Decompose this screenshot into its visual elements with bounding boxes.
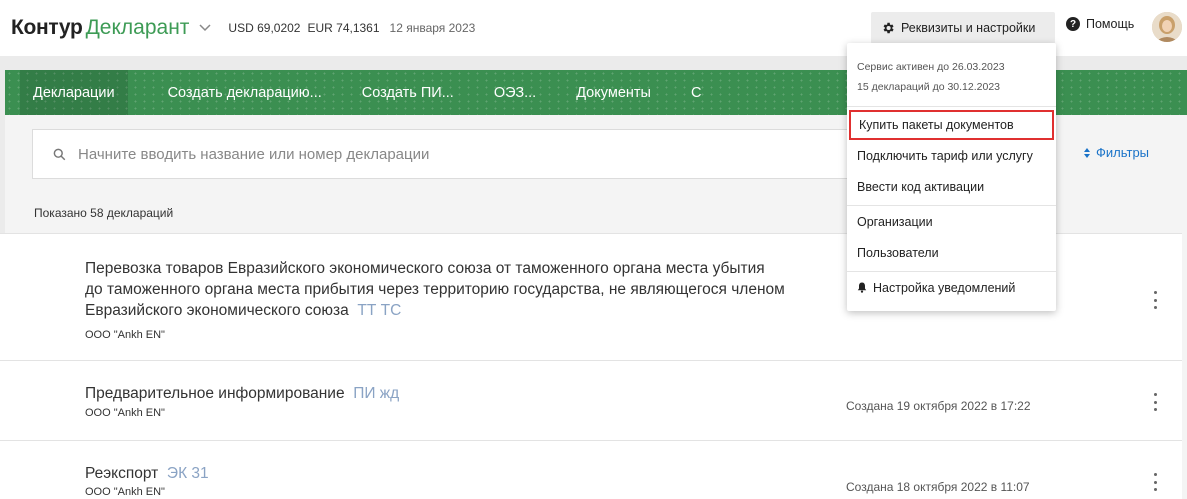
eur-rate: EUR 74,1361 [307,21,380,35]
filters-label: Фильтры [1096,145,1150,160]
settings-dropdown: Сервис активен до 26.03.2023 15 декларац… [847,43,1056,311]
tab-create-declaration[interactable]: Создать декларацию... [168,70,322,115]
notification-settings-item[interactable]: Настройка уведомлений [847,272,1056,303]
chevron-down-icon[interactable] [198,21,212,35]
tab-more[interactable]: С [691,70,701,115]
organizations-item[interactable]: Организации [847,206,1056,237]
declaration-title: Предварительное информирование [85,385,345,402]
results-count: Показано 58 деклараций [34,206,174,220]
declaration-tag: ЭК 31 [166,465,209,482]
declaration-title: Реэкспорт [85,465,159,482]
organization-name: ООО "Ankh EN" [85,329,165,341]
more-options-icon[interactable] [1150,473,1160,491]
bell-icon [857,282,867,293]
current-date: 12 января 2023 [389,21,476,35]
connect-tariff-item[interactable]: Подключить тариф или услугу [847,140,1056,171]
notification-settings-label: Настройка уведомлений [873,280,1016,295]
help-label: Помощь [1086,17,1135,31]
search-icon [53,148,66,160]
created-date: Создана 18 октября 2022 в 11:07 [846,480,1030,494]
declaration-title: Перевозка товаров Евразийского экономиче… [85,260,785,319]
more-options-icon[interactable] [1150,291,1160,309]
sort-icon [1084,147,1090,158]
created-date: Создана 19 октября 2022 в 17:22 [846,399,1031,413]
tab-documents[interactable]: Документы [576,70,651,115]
declaration-tag: ТТ ТС [357,302,402,319]
settings-button[interactable]: Реквизиты и настройки [871,12,1055,44]
help-link[interactable]: ? Помощь [1066,17,1134,31]
organization-name: ООО "Ankh EN" [85,486,165,498]
service-active-until: Сервис активен до 26.03.2023 [857,61,1005,73]
more-options-icon[interactable] [1150,393,1160,411]
tab-declarations[interactable]: Декларации [20,70,128,115]
declarations-remaining: 15 деклараций до 30.12.2023 [857,81,1001,93]
enter-activation-code-item[interactable]: Ввести код активации [847,171,1056,202]
declaration-tag: ПИ жд [353,385,400,402]
organization-name: ООО "Ankh EN" [85,407,165,419]
filters-button[interactable]: Фильтры [1083,145,1149,160]
currency-rates: USD 69,0202 EUR 74,1361 12 января 2023 [228,21,475,35]
tab-create-pi[interactable]: Создать ПИ... [362,70,454,115]
service-info: Сервис активен до 26.03.2023 15 декларац… [847,43,1056,97]
usd-rate: USD 69,0202 [228,21,301,35]
tab-oez[interactable]: ОЭЗ... [494,70,536,115]
product-name[interactable]: Декларант [86,16,190,40]
gear-icon [883,22,894,34]
buy-document-packages-item[interactable]: Купить пакеты документов [849,110,1054,140]
help-icon: ? [1066,17,1080,31]
avatar[interactable] [1152,12,1182,42]
divider [847,106,1056,107]
search-placeholder: Начните вводить название или номер декла… [78,145,430,163]
users-item[interactable]: Пользователи [847,237,1056,268]
app-page: Контур Декларант USD 69,0202 EUR 74,1361… [0,0,1187,499]
table-row[interactable]: Предварительное информирование ПИ жд ООО… [0,360,1182,440]
table-row[interactable]: Реэкспорт ЭК 31 ООО "Ankh EN" Создана 18… [0,440,1182,499]
search-input[interactable]: Начните вводить название или номер декла… [32,129,858,179]
brand-logo[interactable]: Контур [11,16,83,40]
settings-label: Реквизиты и настройки [901,21,1036,35]
